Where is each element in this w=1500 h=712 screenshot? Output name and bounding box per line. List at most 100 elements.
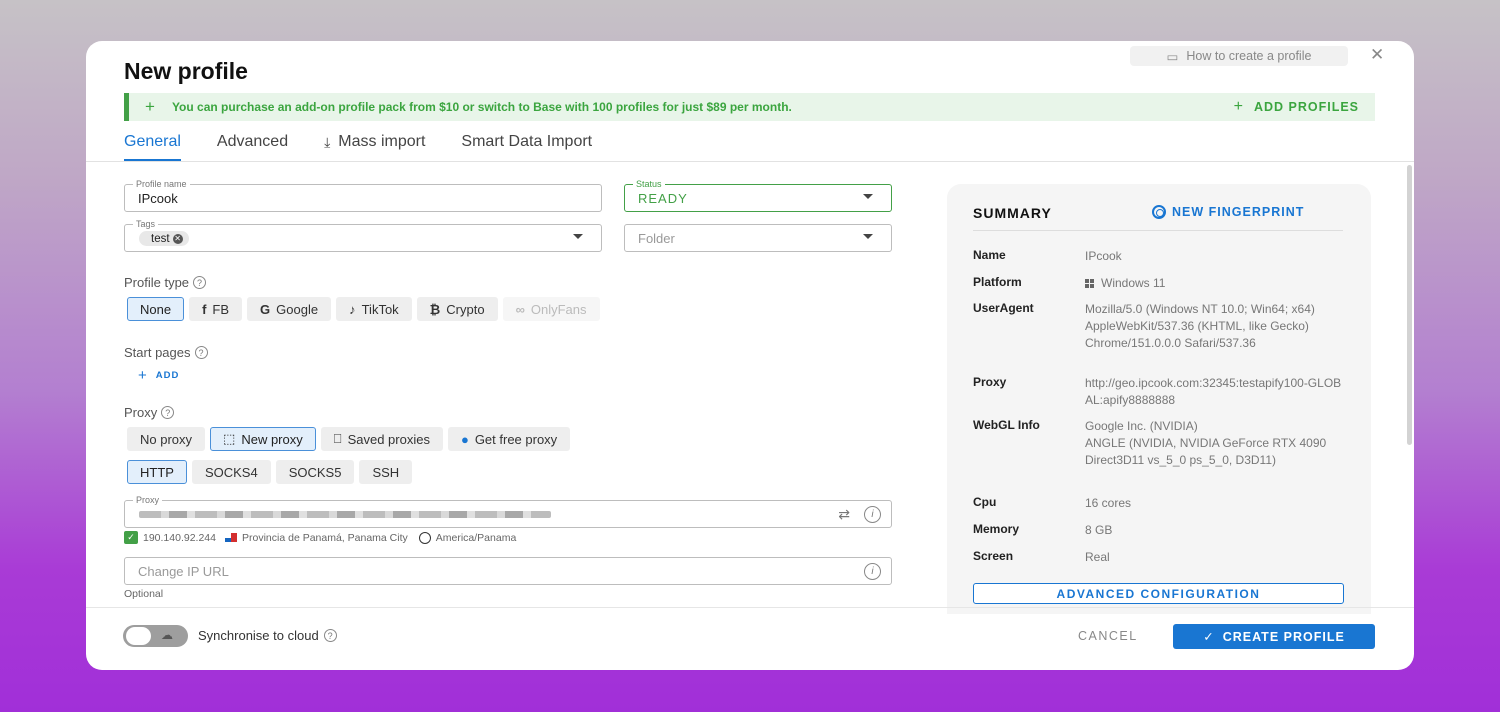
toggle-knob bbox=[126, 627, 151, 645]
bitcoin-icon: ₿ bbox=[429, 301, 441, 317]
summary-key: Cpu bbox=[973, 495, 997, 509]
profile-type-tiktok[interactable]: ♪ TikTok bbox=[336, 297, 412, 321]
help-button[interactable]: ▭ How to create a profile bbox=[1130, 46, 1348, 66]
summary-value: Real bbox=[1085, 550, 1110, 564]
proxy-label: Proxy ? bbox=[124, 405, 175, 420]
banner-text: You can purchase an add-on profile pack … bbox=[171, 100, 792, 114]
protocol-socks5[interactable]: SOCKS5 bbox=[275, 460, 355, 484]
close-icon[interactable]: ✕ bbox=[1370, 45, 1384, 65]
option-label: SSH bbox=[372, 464, 400, 480]
profile-type-fb[interactable]: f FB bbox=[189, 297, 243, 321]
change-ip-actions: i bbox=[864, 563, 881, 580]
summary-value: Mozilla/5.0 (Windows NT 10.0; Win64; x64… bbox=[1085, 302, 1315, 350]
status-select[interactable]: Status READY bbox=[624, 179, 892, 212]
change-ip-placeholder: Change IP URL bbox=[138, 564, 229, 579]
summary-value: 8 GB bbox=[1085, 523, 1113, 537]
folder-select[interactable]: Folder bbox=[624, 224, 892, 252]
tab-advanced[interactable]: Advanced bbox=[217, 129, 288, 155]
summary-row-platform: Platform Windows 11 bbox=[973, 275, 1347, 292]
help-icon[interactable]: ? bbox=[193, 276, 207, 289]
profile-name-field[interactable]: Profile name IPcook bbox=[124, 179, 602, 212]
profile-type-crypto[interactable]: ₿ Crypto bbox=[416, 297, 498, 321]
protocol-socks4[interactable]: SOCKS4 bbox=[191, 460, 271, 484]
field-legend: Proxy bbox=[133, 495, 163, 505]
proxy-protocol-group: HTTP SOCKS4 SOCKS5 SSH bbox=[127, 460, 413, 484]
proxy-check-result: ✓ 190.140.92.244 Provincia de Panamá, Pa… bbox=[124, 531, 516, 544]
tab-mass-import[interactable]: ⤓ Mass import bbox=[324, 129, 425, 155]
option-label: SOCKS5 bbox=[288, 464, 342, 480]
scrollbar[interactable] bbox=[1407, 165, 1412, 445]
summary-value-group: Google Inc. (NVIDIA) ANGLE (NVIDIA, NVID… bbox=[1085, 418, 1347, 469]
tab-general[interactable]: General bbox=[124, 129, 181, 161]
profile-type-onlyfans[interactable]: ∞ OnlyFans bbox=[502, 297, 600, 321]
summary-key: Screen bbox=[973, 549, 1014, 563]
tab-label: Smart Data Import bbox=[461, 133, 593, 150]
download-icon: ⤓ bbox=[324, 133, 331, 150]
profile-type-group: None f FB G Google ♪ TikTok ₿ Crypto ∞ OnlyFa… bbox=[127, 297, 600, 321]
new-fingerprint-label: NEW FINGERPRINT bbox=[1172, 205, 1305, 219]
protocol-ssh[interactable]: SSH bbox=[359, 460, 413, 484]
summary-key: Name bbox=[973, 248, 1006, 262]
help-icon[interactable]: ? bbox=[161, 406, 175, 419]
fingerprint-icon bbox=[1152, 205, 1166, 219]
profile-type-none[interactable]: None bbox=[127, 297, 185, 321]
proxy-mode-none[interactable]: No proxy bbox=[127, 427, 206, 451]
profile-name-value: IPcook bbox=[138, 191, 178, 206]
summary-panel: SUMMARY NEW FINGERPRINT Name IPcook Plat… bbox=[947, 184, 1371, 614]
option-label: OnlyFans bbox=[530, 301, 587, 317]
drop-icon: ● bbox=[460, 431, 469, 447]
upgrade-banner: + You can purchase an add-on profile pac… bbox=[124, 93, 1375, 121]
summary-divider bbox=[973, 230, 1343, 231]
info-icon[interactable]: i bbox=[864, 563, 881, 580]
sync-text: Synchronise to cloud bbox=[198, 628, 319, 643]
proxy-field-actions: ⇄ i bbox=[838, 506, 881, 523]
status-value: READY bbox=[638, 191, 688, 206]
tab-label: General bbox=[124, 133, 181, 150]
summary-key: Platform bbox=[973, 275, 1022, 289]
bookmark-icon: ⎕ bbox=[333, 431, 342, 446]
summary-title: SUMMARY bbox=[973, 205, 1052, 221]
summary-value: 16 cores bbox=[1085, 496, 1132, 510]
cloud-off-icon: ☁ bbox=[161, 628, 173, 642]
add-start-page-button[interactable]: + ADD bbox=[138, 367, 179, 384]
swap-icon[interactable]: ⇄ bbox=[838, 506, 850, 523]
check-icon: ✓ bbox=[124, 531, 138, 544]
tiktok-icon: ♪ bbox=[349, 301, 356, 317]
proxy-mode-free[interactable]: ● Get free proxy bbox=[447, 427, 571, 451]
proxy-mode-new[interactable]: ⬚ New proxy bbox=[210, 427, 316, 451]
new-profile-dialog: New profile ▭ How to create a profile ✕ … bbox=[86, 41, 1414, 670]
add-profiles-button[interactable]: + ADD PROFILES bbox=[1234, 98, 1359, 116]
info-icon[interactable]: i bbox=[864, 506, 881, 523]
create-profile-button[interactable]: ✓ CREATE PROFILE bbox=[1173, 624, 1375, 649]
protocol-http[interactable]: HTTP bbox=[127, 460, 187, 484]
proxy-input[interactable]: Proxy ⇄ i bbox=[124, 495, 892, 528]
proxy-mode-saved[interactable]: ⎕ Saved proxies bbox=[320, 427, 443, 451]
option-label: Crypto bbox=[446, 301, 485, 317]
new-fingerprint-button[interactable]: NEW FINGERPRINT bbox=[1152, 205, 1304, 219]
summary-key: WebGL Info bbox=[973, 418, 1040, 432]
summary-value: http://geo.ipcook.com:32345:testapify100… bbox=[1085, 376, 1342, 407]
profile-type-google[interactable]: G Google bbox=[247, 297, 332, 321]
summary-value: Windows 11 bbox=[1101, 276, 1166, 290]
help-icon[interactable]: ? bbox=[323, 629, 337, 642]
onlyfans-icon: ∞ bbox=[515, 301, 525, 317]
cloud-sync-toggle[interactable]: ☁ bbox=[123, 625, 188, 647]
field-legend: Tags bbox=[133, 219, 159, 229]
tag-chip[interactable]: test ✕ bbox=[139, 231, 189, 246]
cancel-button[interactable]: CANCEL bbox=[1078, 629, 1138, 643]
page-title: New profile bbox=[124, 58, 248, 84]
advanced-configuration-button[interactable]: ADVANCED CONFIGURATION bbox=[973, 583, 1344, 604]
option-label: FB bbox=[212, 301, 230, 317]
tags-select[interactable]: Tags test ✕ bbox=[124, 219, 602, 252]
redacted-proxy-value bbox=[139, 511, 551, 518]
start-pages-label: Start pages ? bbox=[124, 345, 208, 360]
change-ip-url-input[interactable]: Change IP URL i bbox=[124, 557, 892, 585]
remove-tag-icon[interactable]: ✕ bbox=[172, 233, 183, 244]
tab-smart-data-import[interactable]: Smart Data Import bbox=[461, 129, 592, 155]
summary-key: Memory bbox=[973, 522, 1020, 536]
option-label: TikTok bbox=[361, 301, 399, 317]
chevron-down-icon bbox=[573, 234, 583, 239]
summary-value-secondary: ANGLE (NVIDIA, NVIDIA GeForce RTX 4090 D… bbox=[1085, 436, 1327, 467]
help-icon[interactable]: ? bbox=[194, 346, 208, 359]
tab-bar: General Advanced ⤓ Mass import Smart Data… bbox=[124, 129, 592, 161]
